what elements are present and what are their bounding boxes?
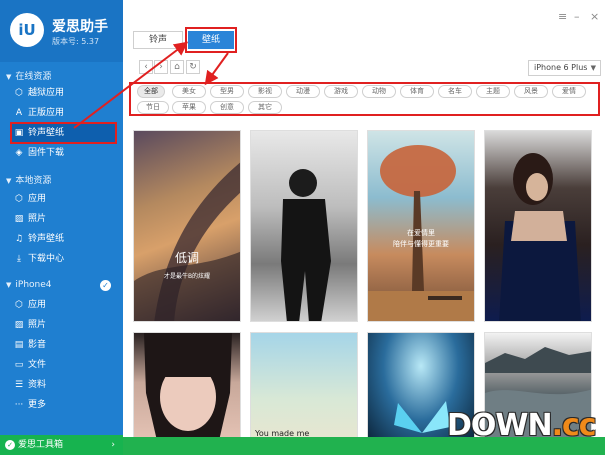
more-icon: ··· — [14, 400, 24, 410]
minimize-icon[interactable]: – — [574, 10, 580, 23]
apps-icon: ⬡ — [15, 194, 23, 204]
firmware-icon: ◈ — [15, 148, 23, 158]
category-festivals[interactable]: 节日 — [137, 101, 169, 114]
watermark-logo: DOWN.cc — [447, 408, 597, 443]
download-icon: ⤓ — [17, 254, 21, 264]
app-logo-icon: iU — [10, 13, 44, 47]
app-name: 爱思助手 — [52, 19, 108, 35]
reed-graphic — [134, 162, 240, 321]
category-creative[interactable]: 创意 — [210, 101, 244, 114]
section-device[interactable]: ▼ iPhone4 — [6, 280, 52, 290]
music-icon: ♫ — [14, 234, 24, 244]
sidebar-item-local-ringtones[interactable]: ♫ 铃声壁纸 — [12, 230, 115, 248]
close-icon[interactable]: × — [590, 10, 599, 23]
tree-graphic — [368, 145, 474, 321]
figure-silhouette — [499, 153, 581, 321]
wallpaper-thumbnail[interactable] — [484, 130, 592, 322]
arrow-tab-to-categories — [204, 52, 229, 86]
category-cars[interactable]: 名车 — [438, 85, 472, 98]
caret-down-icon: ▼ — [6, 177, 12, 185]
sidebar: iU 爱思助手 版本号: 5.37 ▼ 在线资源 ⬡ 越狱应用 A 正版应用 ▣ 铃声壁… — [0, 0, 123, 455]
sidebar-item-firmware-download[interactable]: ◈ 固件下载 — [12, 144, 115, 162]
refresh-button[interactable]: ↻ — [186, 60, 200, 74]
wallpaper-thumbnail[interactable]: You made me — [250, 332, 358, 444]
thumbnail-subcaption: 陪伴与懂得更重要 — [393, 240, 449, 248]
sidebar-item-download-center[interactable]: ⤓ 下载中心 — [12, 250, 115, 268]
wallpaper-thumbnail[interactable] — [250, 130, 358, 322]
section-online-resources[interactable]: ▼ 在线资源 — [6, 69, 51, 82]
toolbox-button[interactable]: ✓ 爱思工具箱 › — [0, 435, 123, 455]
sidebar-item-local-photos[interactable]: ▨ 照片 — [12, 210, 115, 228]
toolbox-icon: ✓ — [5, 440, 15, 450]
category-film[interactable]: 影视 — [248, 85, 282, 98]
wallpaper-thumbnail[interactable]: 在爱情里 陪伴与懂得更重要 — [367, 130, 475, 322]
wallpaper-thumbnail[interactable] — [133, 332, 241, 444]
chevron-left-icon: ‹ — [144, 62, 148, 72]
highlight-box-tab — [185, 27, 237, 53]
sidebar-item-device-media[interactable]: ▤ 影音 — [12, 336, 115, 354]
folder-icon: ▭ — [14, 360, 24, 370]
connected-check-icon: ✓ — [100, 280, 111, 291]
photo-icon: ▨ — [14, 320, 24, 330]
caret-down-icon: ▼ — [6, 73, 12, 81]
caret-down-icon: ▼ — [6, 281, 12, 289]
category-love[interactable]: 爱情 — [552, 85, 586, 98]
thumbnail-caption: 低调 — [174, 251, 199, 265]
refresh-icon: ↻ — [189, 62, 197, 72]
sidebar-item-device-data[interactable]: ☰ 资料 — [12, 376, 115, 394]
category-other[interactable]: 其它 — [248, 101, 282, 114]
apps-icon: ⬡ — [15, 300, 23, 310]
sidebar-item-device-photos[interactable]: ▨ 照片 — [12, 316, 115, 334]
sidebar-item-device-files[interactable]: ▭ 文件 — [12, 356, 115, 374]
category-apple[interactable]: 苹果 — [172, 101, 206, 114]
figure-silhouette — [281, 169, 331, 321]
sidebar-item-local-apps[interactable]: ⬡ 应用 — [12, 190, 115, 208]
sidebar-item-jailbreak-apps[interactable]: ⬡ 越狱应用 — [12, 84, 115, 102]
category-anime[interactable]: 动漫 — [286, 85, 320, 98]
ringtone-wallpaper-icon: ▣ — [14, 128, 24, 138]
category-games[interactable]: 游戏 — [324, 85, 358, 98]
category-all[interactable]: 全部 — [137, 85, 165, 98]
app-version: 版本号: 5.37 — [52, 37, 100, 46]
device-select[interactable]: iPhone 6 Plus ▼ — [528, 60, 601, 76]
brand-header: iU 爱思助手 版本号: 5.37 — [0, 0, 123, 62]
sidebar-item-genuine-apps[interactable]: A 正版应用 — [12, 104, 115, 122]
home-icon: ⌂ — [174, 62, 180, 72]
sidebar-item-device-more[interactable]: ··· 更多 — [12, 396, 115, 414]
media-icon: ▤ — [14, 340, 24, 350]
chevron-right-icon: › — [111, 440, 115, 450]
sidebar-item-ringtone-wallpaper[interactable]: ▣ 铃声壁纸 — [10, 122, 117, 144]
portrait-graphic — [144, 333, 232, 443]
category-animals[interactable]: 动物 — [362, 85, 396, 98]
category-handsome[interactable]: 型男 — [210, 85, 244, 98]
thumbnail-caption: 在爱情里 — [407, 229, 435, 237]
photo-icon: ▨ — [14, 214, 24, 224]
section-local-resources[interactable]: ▼ 本地资源 — [6, 173, 51, 186]
menu-icon[interactable]: ≡ — [558, 10, 567, 23]
chevron-down-icon: ▼ — [590, 64, 596, 72]
category-beauty[interactable]: 美女 — [172, 85, 206, 98]
category-themes[interactable]: 主题 — [476, 85, 510, 98]
back-button[interactable]: ‹ — [139, 60, 153, 74]
category-sports[interactable]: 体育 — [400, 85, 434, 98]
jailbreak-icon: ⬡ — [15, 88, 23, 98]
sidebar-item-device-apps[interactable]: ⬡ 应用 — [12, 296, 115, 314]
wallpaper-thumbnail[interactable]: 低调 才是最牛B的炫耀 — [133, 130, 241, 322]
app-store-icon: A — [15, 108, 23, 118]
chevron-right-icon: › — [159, 62, 163, 72]
home-button[interactable]: ⌂ — [170, 60, 184, 74]
tab-ringtones[interactable]: 铃声 — [133, 31, 183, 49]
category-scenery[interactable]: 风景 — [514, 85, 548, 98]
thumbnail-subcaption: 才是最牛B的炫耀 — [163, 273, 211, 280]
list-icon: ☰ — [14, 380, 24, 390]
forward-button[interactable]: › — [154, 60, 168, 74]
